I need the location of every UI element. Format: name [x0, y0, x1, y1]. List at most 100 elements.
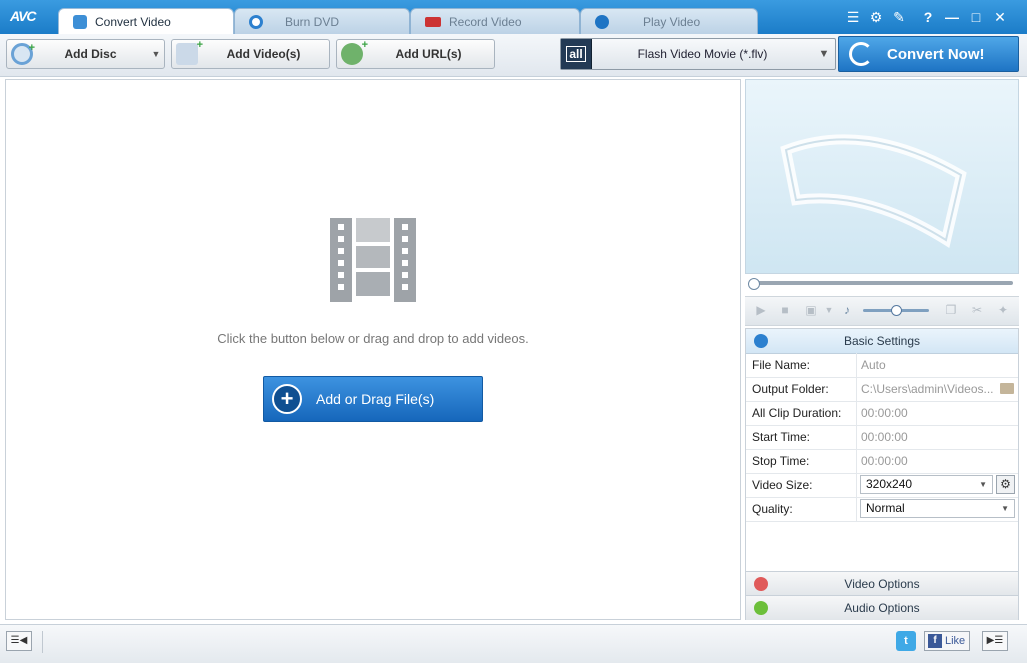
disc-icon [249, 14, 263, 29]
add-url-button[interactable]: + Add URL(s) [336, 39, 495, 69]
record-icon [425, 16, 441, 27]
chevron-down-icon[interactable]: ▼ [821, 303, 837, 317]
tab-label: Burn DVD [285, 14, 340, 29]
drop-hint-text: Click the button below or drag and drop … [217, 331, 529, 346]
skin-icon[interactable]: ✎ [890, 8, 908, 26]
convert-label: Convert Now! [887, 45, 985, 63]
setting-key: Stop Time: [752, 454, 810, 468]
file-list-panel[interactable] [5, 79, 741, 620]
chevron-down-icon[interactable]: ▼ [148, 49, 164, 59]
setting-row-stop-time: Stop Time: 00:00:00 [746, 449, 1018, 474]
setting-row-video-size: Video Size: 320x240 ▼ ⚙ [746, 473, 1018, 498]
chevron-down-icon: ▼ [979, 480, 987, 489]
folder-icon[interactable] [1000, 383, 1014, 394]
add-disc-button[interactable]: + Add Disc ▼ [6, 39, 165, 69]
settings-icon[interactable]: ⚙ [867, 8, 885, 26]
add-url-label: Add URL(s) [395, 47, 462, 61]
setting-key: Video Size: [752, 478, 813, 492]
facebook-icon: f [928, 634, 942, 648]
chevron-down-icon[interactable]: ▼ [813, 48, 835, 60]
wrench-icon [754, 334, 768, 348]
video-options-bar[interactable]: Video Options [746, 571, 1018, 596]
setting-key: All Clip Duration: [752, 406, 842, 420]
start-time-field[interactable]: 00:00:00 [861, 430, 995, 444]
add-disc-label: Add Disc [64, 47, 117, 61]
plus-icon: + [272, 384, 302, 414]
setting-row-quality: Quality: Normal ▼ [746, 497, 1018, 522]
basic-settings-header[interactable]: Basic Settings [746, 329, 1018, 354]
app-logo: AVC [10, 8, 37, 24]
film-reel-watermark-icon [780, 134, 967, 248]
setting-key: File Name: [752, 358, 811, 372]
output-profile-value: Flash Video Movie (*.flv) [637, 47, 768, 61]
video-size-value: 320x240 [866, 477, 913, 491]
maximize-icon[interactable]: □ [967, 8, 985, 26]
tab-convert-video[interactable]: Convert Video [58, 8, 234, 35]
toggle-left-panel-button[interactable]: ☰◀ [6, 631, 32, 651]
video-options-label: Video Options [844, 577, 920, 591]
like-label: Like [945, 635, 966, 647]
add-or-drag-files-button[interactable]: + Add or Drag File(s) [263, 376, 483, 422]
stop-time-field[interactable]: 00:00:00 [861, 454, 995, 468]
seek-track [751, 281, 1013, 285]
title-bar: AVC Convert Video Burn DVD Record Video … [0, 0, 1027, 35]
player-controls: ▶ ■ ▣ ▼ ♪ ❐ ✂ ✦ [745, 296, 1019, 326]
setting-row-start-time: Start Time: 00:00:00 [746, 425, 1018, 450]
basic-settings-title: Basic Settings [843, 334, 921, 348]
convert-now-button[interactable]: Convert Now! [838, 36, 1019, 72]
tab-label: Convert Video [95, 15, 171, 29]
setting-key: Quality: [752, 502, 793, 516]
audio-options-bar[interactable]: Audio Options [746, 595, 1018, 620]
effects-icon[interactable]: ✦ [995, 303, 1011, 317]
cut-icon[interactable]: ✂ [969, 303, 985, 317]
quality-select[interactable]: Normal ▼ [860, 499, 1015, 518]
tab-play-video[interactable]: Play Video [580, 8, 758, 34]
help-icon[interactable]: ? [919, 8, 937, 26]
setting-row-file-name: File Name: Auto [746, 353, 1018, 378]
clip-duration-value: 00:00:00 [861, 406, 908, 420]
volume-slider[interactable] [863, 305, 929, 316]
disc-icon: + [11, 42, 35, 65]
add-videos-label: Add Video(s) [226, 47, 301, 61]
refresh-icon [849, 42, 873, 66]
setting-key: Output Folder: [752, 382, 829, 396]
volume-handle[interactable] [891, 305, 902, 316]
all-profiles-button[interactable]: all [561, 39, 592, 69]
globe-icon: + [341, 39, 368, 65]
play-icon [595, 14, 609, 29]
audio-options-icon [754, 601, 768, 615]
status-bar: ☰◀ t f Like ▶☰ [0, 624, 1027, 663]
tab-label: Record Video [449, 14, 522, 29]
twitter-icon[interactable]: t [896, 631, 916, 651]
stop-icon[interactable]: ■ [777, 303, 793, 317]
file-name-field[interactable]: Auto [861, 358, 995, 372]
film-icon: + [176, 39, 203, 65]
menu-icon[interactable]: ☰ [844, 8, 862, 26]
setting-key: Start Time: [752, 430, 811, 444]
chevron-down-icon: ▼ [1001, 504, 1009, 513]
merge-icon[interactable]: ❐ [943, 303, 959, 317]
toggle-right-panel-button[interactable]: ▶☰ [982, 631, 1008, 651]
minimize-icon[interactable]: — [943, 8, 961, 26]
seek-handle[interactable] [748, 278, 760, 290]
play-icon[interactable]: ▶ [753, 303, 769, 317]
quality-value: Normal [866, 501, 905, 515]
add-videos-button[interactable]: + Add Video(s) [171, 39, 330, 69]
gear-icon: ⚙ [1000, 477, 1011, 491]
snapshot-icon[interactable]: ▣ [803, 303, 819, 317]
video-size-select[interactable]: 320x240 ▼ [860, 475, 993, 494]
close-icon[interactable]: ✕ [991, 8, 1009, 26]
tab-record-video[interactable]: Record Video [410, 8, 580, 34]
tab-burn-dvd[interactable]: Burn DVD [234, 8, 410, 34]
output-profile-select[interactable]: all Flash Video Movie (*.flv) ▼ [560, 38, 836, 70]
seek-slider[interactable] [745, 278, 1019, 290]
tab-label: Play Video [643, 14, 701, 29]
video-size-settings-button[interactable]: ⚙ [996, 475, 1015, 494]
output-folder-field[interactable]: C:\Users\admin\Videos... [861, 382, 995, 396]
audio-options-label: Audio Options [844, 601, 920, 615]
basic-settings-panel: Basic Settings File Name: Auto Output Fo… [745, 328, 1019, 620]
setting-row-output-folder: Output Folder: C:\Users\admin\Videos... [746, 377, 1018, 402]
facebook-like-button[interactable]: f Like [924, 631, 970, 651]
volume-icon[interactable]: ♪ [839, 303, 855, 317]
video-preview [745, 79, 1019, 274]
